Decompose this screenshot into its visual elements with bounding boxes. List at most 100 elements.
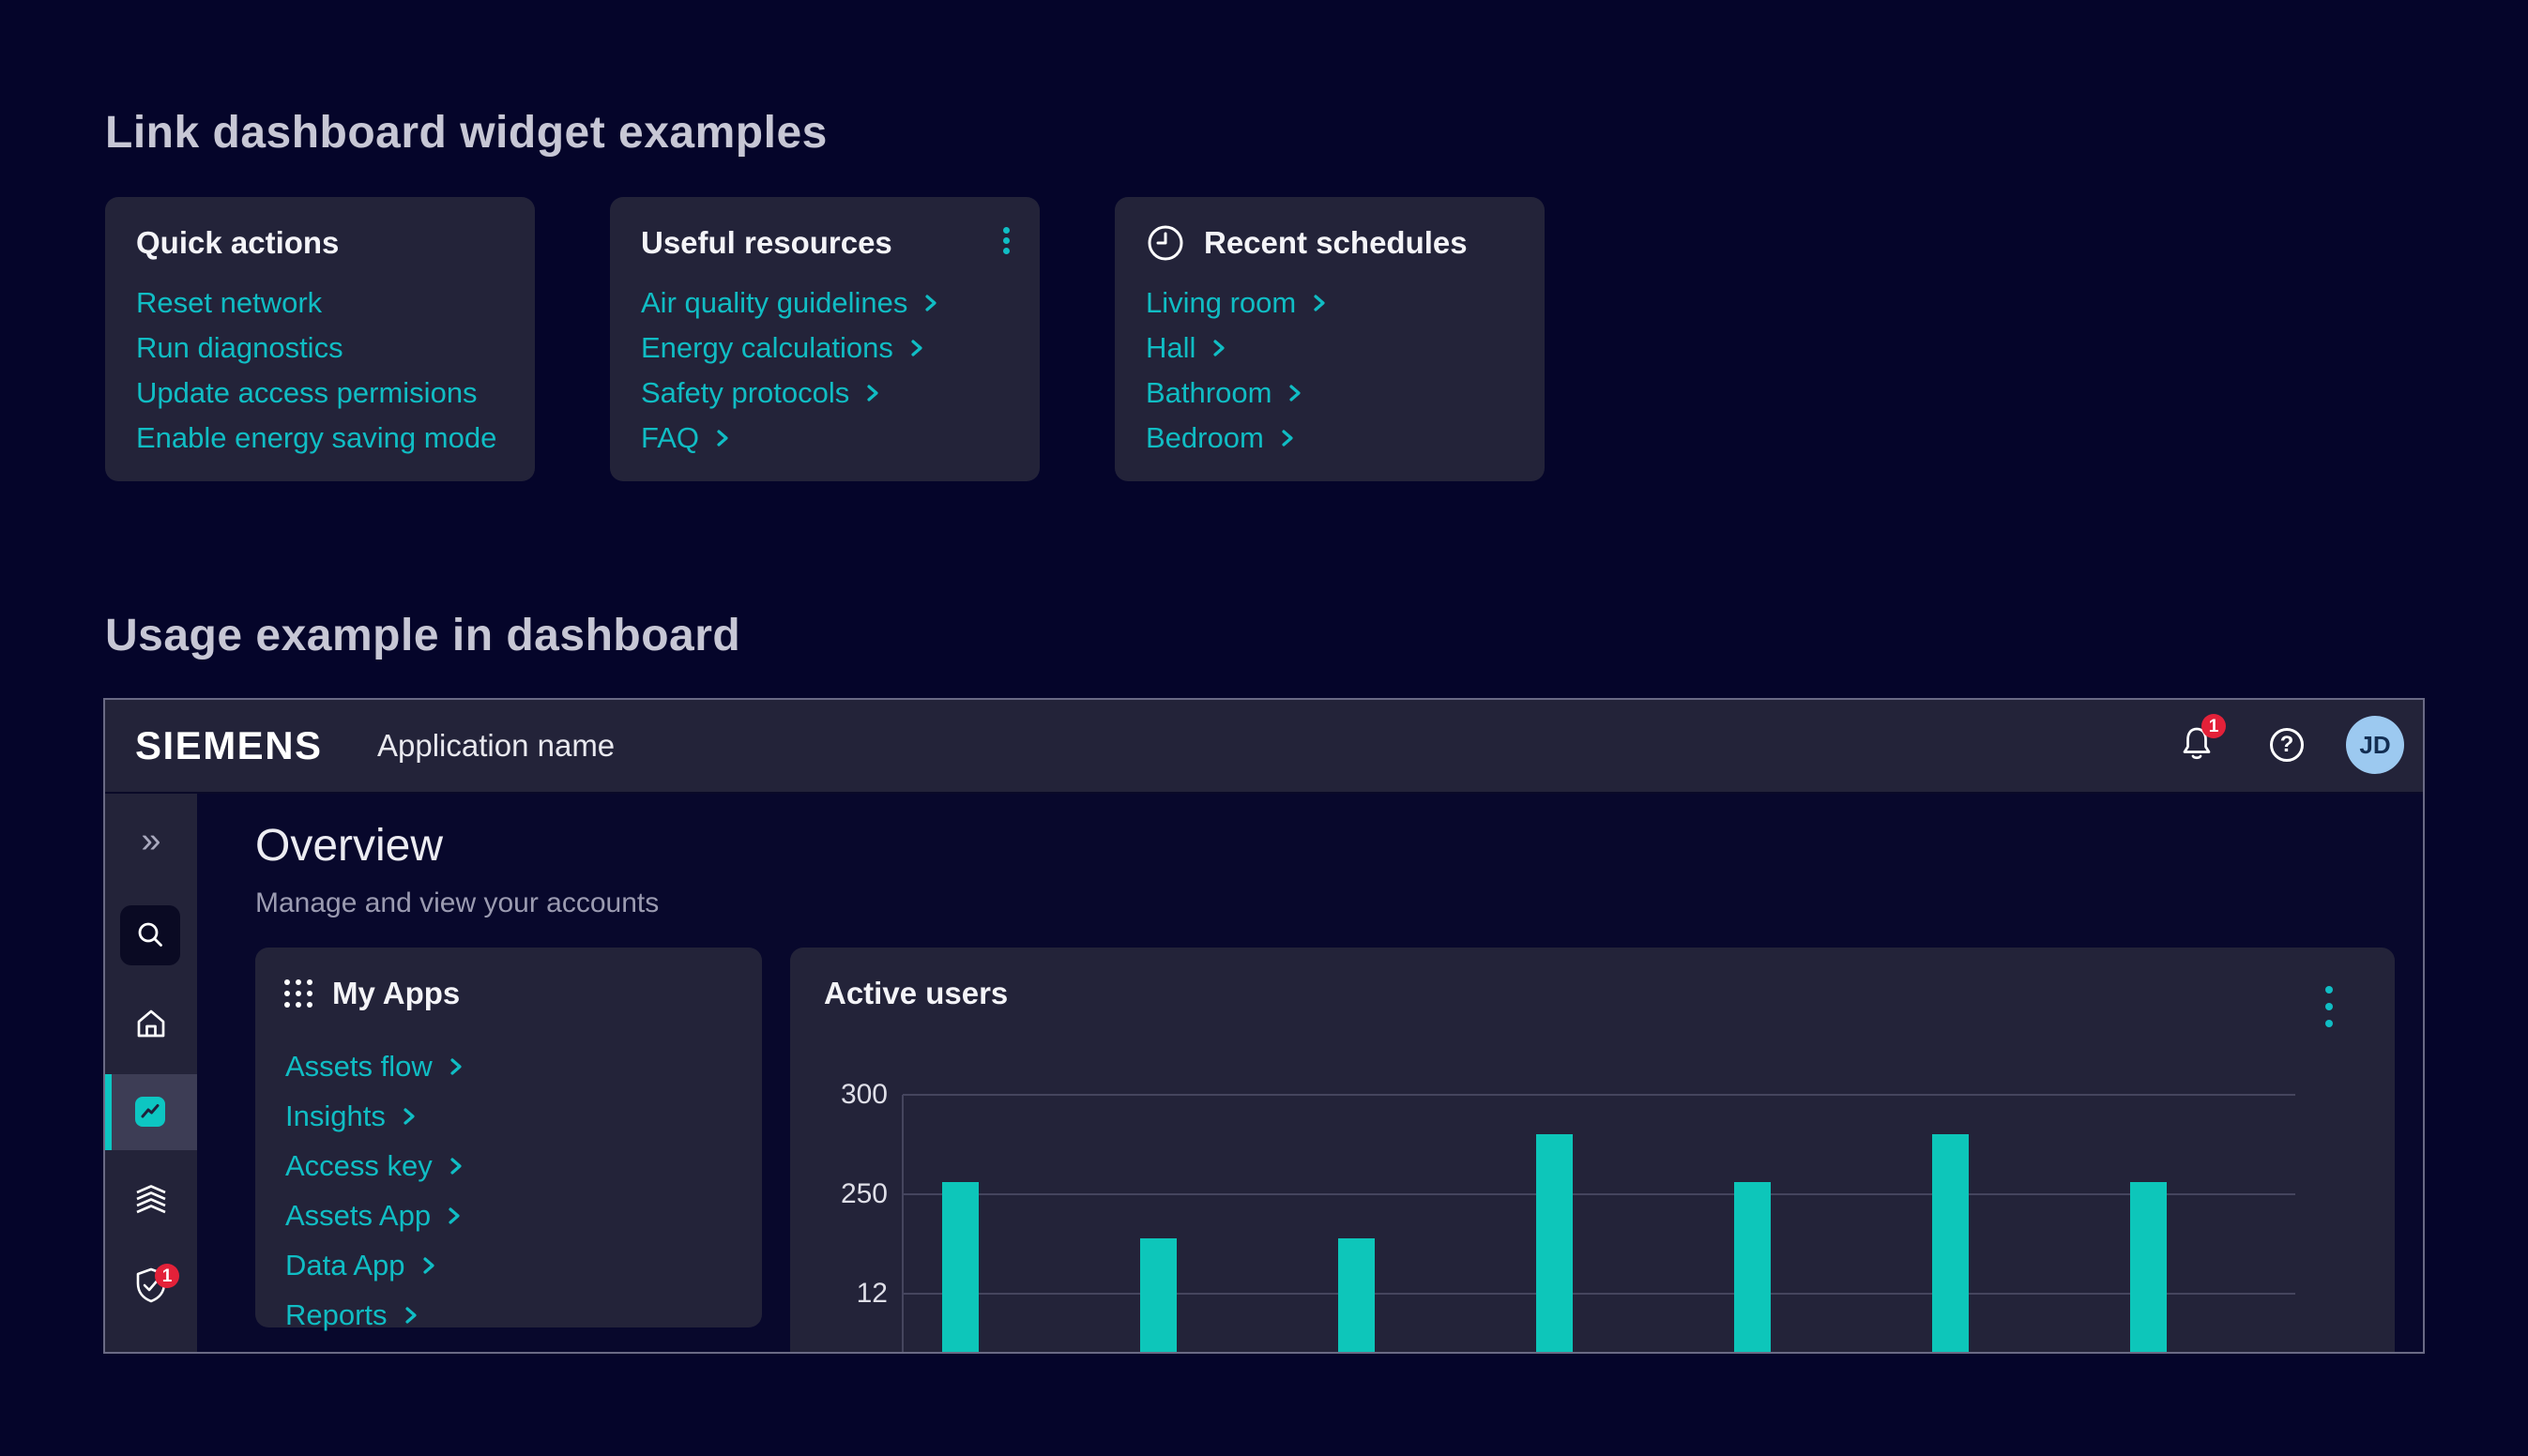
- y-tick-label: 300: [790, 1079, 888, 1111]
- chevron-right-icon: [1211, 335, 1227, 361]
- application-name: Application name: [377, 728, 615, 764]
- dashboard-frame: SIEMENS Application name 1 ? JD »: [103, 698, 2425, 1354]
- apps-grid-icon: [282, 977, 315, 1010]
- link-label: Enable energy saving mode: [136, 421, 496, 455]
- active-indicator-bar: [105, 1074, 112, 1150]
- gridline: [903, 1193, 2295, 1195]
- chevron-right-icon: [1279, 425, 1296, 451]
- link-label: Energy calculations: [641, 331, 893, 365]
- sidebar-item-search[interactable]: [120, 905, 180, 965]
- link-faq[interactable]: FAQ: [641, 416, 939, 461]
- content-area: Overview Manage and view your accounts M…: [197, 794, 2423, 1352]
- link-bathroom[interactable]: Bathroom: [1146, 371, 1328, 416]
- link-label: Air quality guidelines: [641, 286, 907, 320]
- notifications-button[interactable]: 1: [2178, 724, 2216, 762]
- card-header: My Apps: [282, 972, 736, 1015]
- section-title-usage-example: Usage example in dashboard: [105, 610, 740, 661]
- card-recent-schedules: Recent schedules Living room Hall Bathroom…: [1115, 197, 1545, 481]
- link-label: Hall: [1146, 331, 1195, 365]
- gridline: [903, 1293, 2295, 1295]
- chevron-right-icon: [908, 335, 925, 361]
- section-title-widget-examples: Link dashboard widget examples: [105, 107, 828, 159]
- link-label: Update access permisions: [136, 376, 478, 410]
- link-label: Reports: [285, 1298, 388, 1332]
- sidebar-item-home[interactable]: [105, 1008, 197, 1039]
- link-hall[interactable]: Hall: [1146, 326, 1328, 371]
- link-label: FAQ: [641, 421, 699, 455]
- sidebar: »: [105, 794, 197, 1352]
- chevron-right-icon: [864, 380, 881, 406]
- link-assets-app[interactable]: Assets App: [285, 1191, 464, 1240]
- bar-1: [942, 1182, 979, 1354]
- link-label: Living room: [1146, 286, 1296, 320]
- gridline: [903, 1094, 2295, 1096]
- link-data-app[interactable]: Data App: [285, 1240, 464, 1290]
- siemens-logo: SIEMENS: [135, 723, 323, 768]
- card-useful-resources: Useful resources Air quality guidelines E…: [610, 197, 1040, 481]
- link-reset-network[interactable]: Reset network: [136, 281, 496, 326]
- chevron-right-icon: [714, 425, 731, 451]
- chevron-right-icon: [403, 1302, 419, 1328]
- link-label: Safety protocols: [641, 376, 849, 410]
- card-title: Useful resources: [641, 225, 892, 261]
- layers-icon: [132, 1183, 170, 1217]
- link-enable-energy-saving-mode[interactable]: Enable energy saving mode: [136, 416, 496, 461]
- page-subtitle: Manage and view your accounts: [255, 887, 659, 919]
- bar-7: [2130, 1182, 2167, 1354]
- card-title: My Apps: [332, 976, 460, 1011]
- chevron-right-icon: [448, 1153, 464, 1179]
- link-living-room[interactable]: Living room: [1146, 281, 1328, 326]
- security-badge: 1: [155, 1264, 179, 1288]
- bar-2: [1140, 1238, 1177, 1354]
- bar-3: [1338, 1238, 1375, 1354]
- sidebar-item-layers[interactable]: [105, 1184, 197, 1216]
- link-label: Run diagnostics: [136, 331, 343, 365]
- y-tick-label: 12: [790, 1278, 888, 1310]
- chevron-right-icon: [1287, 380, 1303, 406]
- chevron-right-icon: [401, 1103, 418, 1130]
- y-axis-line: [902, 1095, 904, 1354]
- avatar-initials: JD: [2359, 731, 2390, 760]
- home-icon: [134, 1008, 168, 1039]
- chevron-right-icon: [420, 1252, 437, 1279]
- quick-actions-links: Reset network Run diagnostics Update acces…: [136, 281, 496, 461]
- my-apps-card: My Apps Assets flow Insights Access key Ass…: [255, 948, 762, 1327]
- chevron-right-icon: [1311, 290, 1328, 316]
- card-header: Recent schedules: [1146, 221, 1518, 265]
- link-energy-calculations[interactable]: Energy calculations: [641, 326, 939, 371]
- bar-4: [1536, 1134, 1573, 1354]
- sidebar-item-analytics-active[interactable]: [105, 1074, 197, 1150]
- chevron-right-icon: [446, 1203, 463, 1229]
- link-label: Bathroom: [1146, 376, 1272, 410]
- sidebar-expand-button[interactable]: »: [105, 820, 197, 861]
- link-access-key[interactable]: Access key: [285, 1141, 464, 1191]
- link-run-diagnostics[interactable]: Run diagnostics: [136, 326, 496, 371]
- link-update-access-permisions[interactable]: Update access permisions: [136, 371, 496, 416]
- link-insights[interactable]: Insights: [285, 1091, 464, 1141]
- bar-chart: 300 250 12: [790, 948, 2395, 1354]
- card-title: Quick actions: [136, 225, 339, 261]
- link-label: Assets flow: [285, 1050, 433, 1084]
- link-bedroom[interactable]: Bedroom: [1146, 416, 1328, 461]
- chevron-double-right-icon: »: [141, 821, 160, 861]
- analytics-icon: [135, 1097, 165, 1127]
- help-button[interactable]: ?: [2270, 728, 2304, 762]
- chevron-right-icon: [922, 290, 939, 316]
- link-air-quality-guidelines[interactable]: Air quality guidelines: [641, 281, 939, 326]
- link-safety-protocols[interactable]: Safety protocols: [641, 371, 939, 416]
- y-tick-label: 250: [790, 1178, 888, 1210]
- link-label: Insights: [285, 1100, 386, 1133]
- avatar[interactable]: JD: [2346, 716, 2404, 774]
- bar-5: [1734, 1182, 1771, 1354]
- kebab-menu-icon[interactable]: [1003, 225, 1010, 256]
- app-header: SIEMENS Application name 1 ? JD: [105, 700, 2423, 794]
- page-title: Overview: [255, 820, 443, 872]
- link-reports[interactable]: Reports: [285, 1290, 464, 1340]
- my-apps-links: Assets flow Insights Access key Assets App D…: [285, 1041, 464, 1340]
- chevron-right-icon: [448, 1054, 464, 1080]
- link-label: Access key: [285, 1149, 433, 1183]
- link-label: Reset network: [136, 286, 322, 320]
- sidebar-item-security[interactable]: [105, 1266, 197, 1304]
- link-assets-flow[interactable]: Assets flow: [285, 1041, 464, 1091]
- link-label: Assets App: [285, 1199, 431, 1233]
